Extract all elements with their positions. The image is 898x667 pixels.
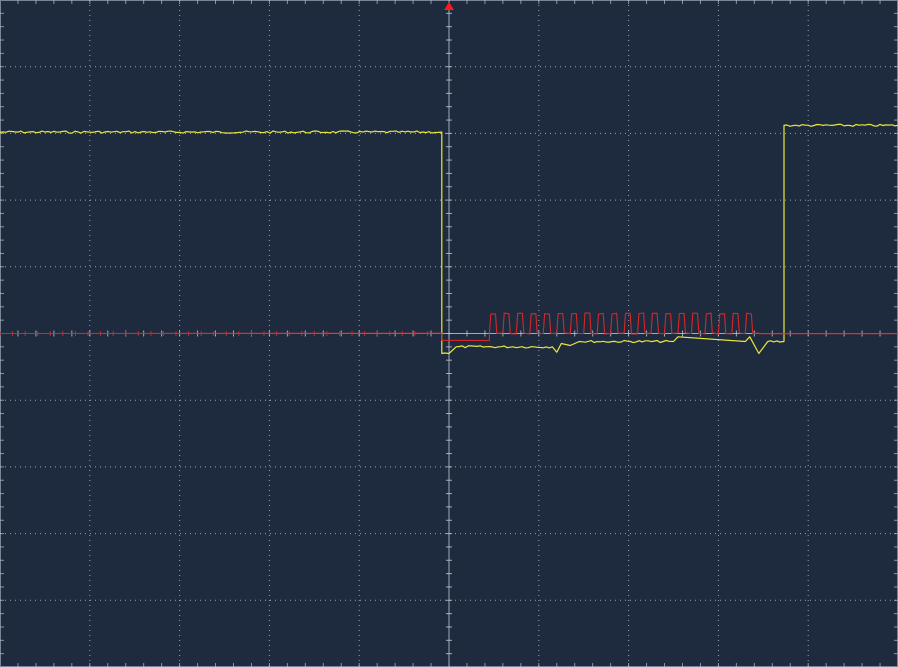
marker-layer bbox=[444, 2, 454, 10]
oscilloscope-screen bbox=[0, 0, 898, 667]
oscilloscope-plot bbox=[0, 0, 898, 667]
trigger-arrow-icon bbox=[444, 2, 454, 10]
